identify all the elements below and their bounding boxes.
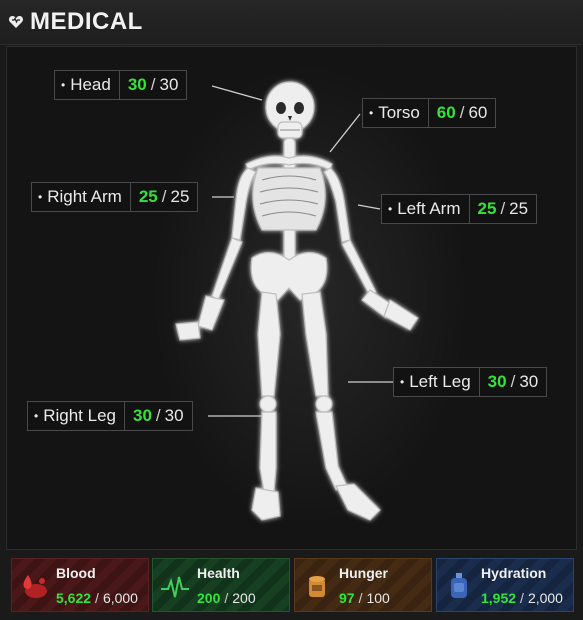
canteen-icon xyxy=(451,573,467,598)
part-current: 30 xyxy=(127,75,147,94)
part-right-leg[interactable]: • Right Leg 30/30 xyxy=(27,401,193,431)
stat-max: 100 xyxy=(366,590,390,606)
part-max: 25 xyxy=(170,187,190,206)
stat-current: 200 xyxy=(197,590,221,606)
stat-label: Health xyxy=(197,565,240,581)
part-max: 25 xyxy=(509,199,529,218)
part-right-arm[interactable]: • Right Arm 25/25 xyxy=(31,182,199,212)
part-label: Head xyxy=(70,75,111,94)
stat-blood[interactable]: Blood 5,622/6,000 xyxy=(11,558,149,612)
part-label: Left Leg xyxy=(409,372,471,391)
part-current: 25 xyxy=(477,199,497,218)
stat-label: Hunger xyxy=(339,565,388,581)
stat-current: 97 xyxy=(339,590,355,606)
blood-drop-icon xyxy=(23,575,47,598)
part-current: 60 xyxy=(436,103,456,122)
stat-hunger[interactable]: Hunger 97/100 xyxy=(294,558,432,612)
part-left-arm[interactable]: • Left Arm 25/25 xyxy=(381,194,538,224)
part-max: 30 xyxy=(159,75,179,94)
part-current: 30 xyxy=(487,372,507,391)
stat-current: 5,622 xyxy=(56,590,92,606)
stat-max: 200 xyxy=(232,590,256,606)
stat-label: Hydration xyxy=(481,565,547,581)
part-current: 30 xyxy=(132,406,152,425)
part-left-leg[interactable]: • Left Leg 30/30 xyxy=(393,367,548,397)
part-head[interactable]: • Head 30/30 xyxy=(54,70,188,100)
stat-max: 2,000 xyxy=(527,590,563,606)
part-label: Right Leg xyxy=(43,406,116,425)
medical-window: MEDICAL • Head 30 / 30 • Torso 60 / 60 •… xyxy=(0,0,583,620)
stat-health[interactable]: Health 200/200 xyxy=(152,558,290,612)
stat-hydration[interactable]: Hydration 1,952/2,000 xyxy=(436,558,574,612)
heartbeat-icon xyxy=(161,576,189,598)
stat-label: Blood xyxy=(56,565,96,581)
food-can-icon xyxy=(309,576,325,597)
part-label: Left Arm xyxy=(397,199,461,218)
stat-current: 1,952 xyxy=(481,590,517,606)
part-current: 25 xyxy=(138,187,158,206)
stat-max: 6,000 xyxy=(102,590,138,606)
part-max: 30 xyxy=(519,372,539,391)
part-max: 60 xyxy=(468,103,488,122)
part-torso[interactable]: • Torso 60/60 xyxy=(362,98,497,128)
part-label: Torso xyxy=(378,103,420,122)
part-max: 30 xyxy=(164,406,184,425)
part-label: Right Arm xyxy=(47,187,122,206)
